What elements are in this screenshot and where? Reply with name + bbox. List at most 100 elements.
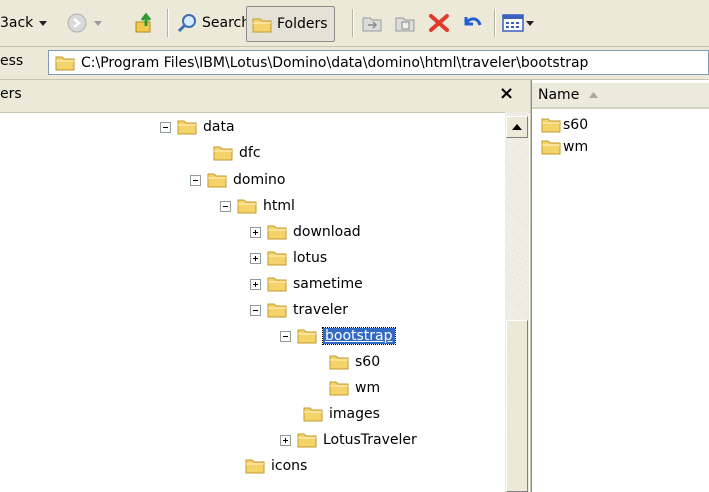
address-field[interactable]: C:\Program Files\IBM\Lotus\Domino\data\d… (48, 50, 709, 75)
tree-node-lotustraveler[interactable]: LotusTraveler (280, 427, 417, 453)
tree-node-label: download (293, 224, 361, 240)
tree-node-html[interactable]: html (220, 193, 295, 219)
move-to-folder-icon (362, 17, 382, 32)
tree-node-label: lotus (293, 250, 328, 266)
back-label: 3ack (0, 15, 34, 31)
name-column-label: Name (538, 87, 580, 103)
undo-icon (464, 17, 482, 26)
tree-node-download[interactable]: download (250, 219, 361, 245)
tree-node-domino[interactable]: domino (190, 167, 285, 193)
tree-node-images[interactable]: images (303, 401, 380, 427)
tree-node-label: wm (355, 380, 381, 396)
folder-icon (55, 56, 75, 70)
address-path: C:\Program Files\IBM\Lotus\Domino\data\d… (81, 54, 589, 71)
folders-button[interactable]: Folders (246, 6, 335, 42)
toolbar: 3ack Search Folders (0, 0, 709, 47)
folder-icon (267, 225, 287, 240)
views-grid-icon (502, 14, 524, 32)
folder-icon (297, 433, 317, 448)
forward-button[interactable] (66, 6, 102, 40)
file-list-item-label: wm (563, 139, 589, 155)
scroll-up-arrow-icon (512, 124, 522, 130)
collapse-toggle-icon[interactable] (160, 121, 171, 133)
views-button[interactable] (502, 6, 534, 40)
folder-icon (237, 199, 257, 214)
tree-node-traveler[interactable]: traveler (250, 297, 348, 323)
folder-icon (252, 18, 272, 33)
undo-button[interactable] (460, 6, 484, 40)
folders-pane-title: ers (0, 86, 22, 102)
scroll-up-button[interactable] (506, 116, 528, 138)
folder-icon (329, 381, 349, 396)
files-pane: Name s60 wm (531, 80, 709, 492)
folder-icon (213, 146, 233, 161)
expand-toggle-icon[interactable] (250, 278, 261, 290)
collapse-toggle-icon[interactable] (190, 174, 201, 186)
folder-icon (541, 140, 561, 155)
folder-icon (267, 251, 287, 266)
tree-node-wm[interactable]: wm (329, 375, 380, 401)
tree-node-lotus[interactable]: lotus (250, 245, 327, 271)
tree-node-bootstrap[interactable]: bootstrap (280, 323, 396, 349)
copy-to-folder-icon (395, 17, 415, 32)
tree-node-label: s60 (355, 354, 381, 370)
sort-ascending-icon (589, 92, 599, 98)
close-pane-button[interactable]: × (499, 83, 514, 104)
tree-node-label: bootstrap (322, 327, 396, 345)
tree-node-label: LotusTraveler (323, 432, 417, 448)
tree-node-s60[interactable]: s60 (329, 349, 380, 375)
expand-toggle-icon[interactable] (280, 434, 291, 446)
tree-node-label: data (203, 119, 235, 135)
up-folder-icon (135, 12, 152, 33)
tree-node-sametime[interactable]: sametime (250, 271, 363, 297)
folder-icon (297, 329, 317, 344)
collapse-toggle-icon[interactable] (280, 330, 291, 342)
tree-node-label: html (263, 198, 295, 214)
address-label: ess (0, 53, 24, 69)
tree-node-label: images (329, 406, 380, 422)
folder-icon (303, 407, 323, 422)
file-list-item-label: s60 (563, 117, 589, 133)
folder-icon (267, 303, 287, 318)
back-dropdown-arrow-icon[interactable] (39, 20, 48, 26)
views-dropdown-arrow-icon[interactable] (526, 20, 534, 26)
move-to-button[interactable] (360, 6, 384, 40)
vertical-scrollbar[interactable] (505, 112, 529, 492)
expand-toggle-icon[interactable] (250, 226, 261, 238)
back-button[interactable]: 3ack (0, 6, 48, 40)
tree-node-icons[interactable]: icons (245, 453, 307, 479)
folder-tree: data dfc domino html download lotus sametime tr… (0, 112, 505, 492)
tree-node-label: icons (271, 458, 308, 474)
file-list-item[interactable]: wm (541, 136, 588, 158)
address-bar: ess C:\Program Files\IBM\Lotus\Domino\da… (0, 47, 709, 80)
file-list-item[interactable]: s60 (541, 114, 588, 136)
collapse-toggle-icon[interactable] (250, 304, 261, 316)
folder-icon (267, 277, 287, 292)
tree-node-label: domino (233, 172, 286, 188)
copy-to-button[interactable] (393, 6, 417, 40)
scroll-thumb[interactable] (506, 320, 528, 492)
tree-node-label: traveler (293, 302, 348, 318)
search-button[interactable]: Search (176, 6, 250, 40)
forward-dropdown-arrow-icon[interactable] (94, 20, 102, 26)
folder-icon (207, 173, 227, 188)
folder-icon (541, 118, 561, 133)
delete-button[interactable] (427, 6, 451, 40)
folders-pane-header: ers × (0, 80, 530, 113)
tree-node-label: dfc (239, 145, 261, 161)
delete-x-icon (429, 14, 449, 32)
search-icon (177, 14, 196, 33)
folder-icon (177, 120, 197, 135)
folder-icon (245, 459, 265, 474)
search-label: Search (202, 15, 251, 31)
tree-node-label: sametime (293, 276, 363, 292)
tree-node-dfc[interactable]: dfc (213, 140, 261, 166)
tree-node-data[interactable]: data (160, 114, 235, 140)
up-folder-button[interactable] (132, 6, 158, 40)
collapse-toggle-icon[interactable] (220, 200, 231, 212)
folder-icon (329, 355, 349, 370)
name-column-header[interactable]: Name (532, 83, 709, 109)
folders-pane: ers × data dfc domino html download lotus same… (0, 80, 531, 492)
forward-arrow-icon (67, 13, 87, 33)
expand-toggle-icon[interactable] (250, 252, 261, 264)
